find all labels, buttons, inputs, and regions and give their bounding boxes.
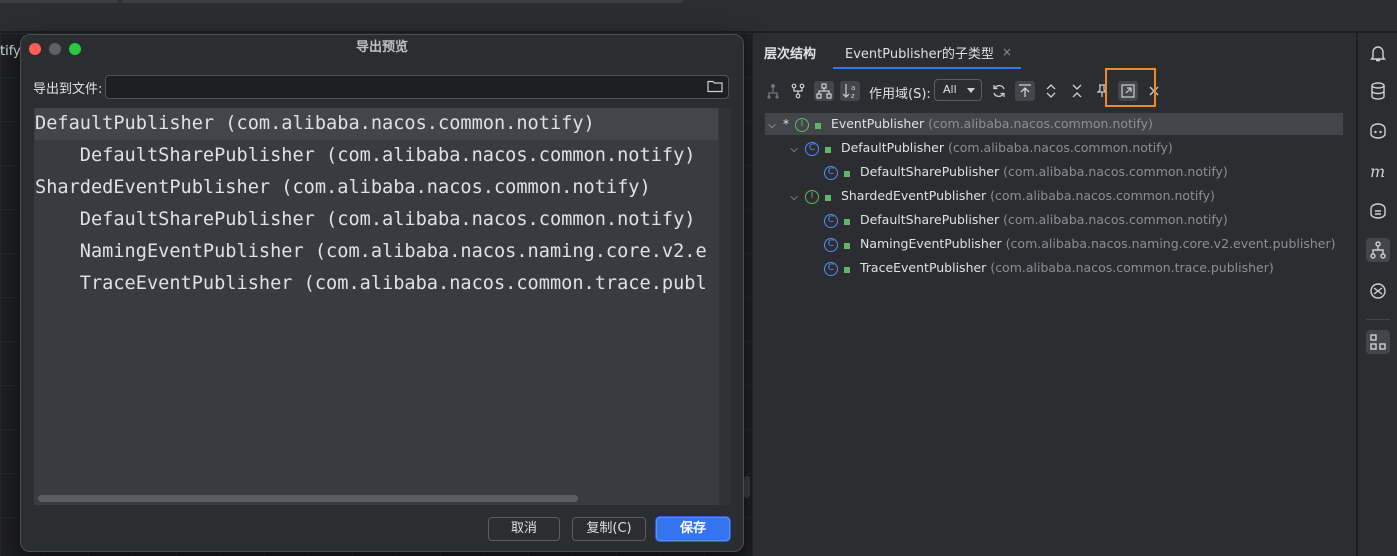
tree-node[interactable]: C DefaultSharePublisher (com.alibaba.nac…	[824, 209, 1228, 231]
public-visibility-icon	[824, 146, 831, 153]
tree-node-package: (com.alibaba.nacos.common.notify)	[990, 188, 1215, 203]
class-icon: C	[824, 213, 838, 228]
collapse-all-icon[interactable]	[1067, 81, 1087, 101]
tree-node-name: NamingEventPublisher	[859, 236, 1002, 251]
class-icon: C	[824, 237, 838, 252]
svg-text:a: a	[851, 84, 855, 92]
export-file-label: 导出到文件:	[33, 82, 103, 97]
hierarchy-icon[interactable]	[1366, 238, 1390, 262]
public-visibility-icon	[843, 170, 850, 177]
class-icon: C	[824, 165, 838, 180]
ai-assistant-icon[interactable]	[1366, 199, 1390, 223]
tree-node-name: ShardedEventPublisher	[840, 188, 987, 203]
tree-node[interactable]: C DefaultSharePublisher (com.alibaba.nac…	[824, 161, 1228, 183]
horizontal-scrollbar[interactable]	[38, 495, 578, 502]
editor-tab-fragment[interactable]: tify	[0, 44, 21, 59]
public-visibility-icon	[843, 266, 850, 273]
tree-node-package: (com.alibaba.nacos.common.notify)	[948, 140, 1173, 155]
preview-line: DefaultPublisher (com.alibaba.nacos.comm…	[35, 108, 718, 140]
tree-node-name: DefaultSharePublisher	[859, 212, 1000, 227]
public-visibility-icon	[814, 122, 821, 129]
ide-top-bar	[0, 0, 1397, 32]
scope-value: All	[943, 83, 957, 96]
folder-icon[interactable]	[707, 79, 723, 93]
top-bar-segment	[0, 0, 118, 3]
tree-node-package: (com.alibaba.nacos.common.trace.publishe…	[990, 260, 1274, 275]
scope-label: 作用域(S):	[869, 87, 931, 102]
expand-all-icon[interactable]	[1041, 81, 1061, 101]
tree-node-name: DefaultPublisher	[840, 140, 945, 155]
panel-resize-handle[interactable]	[744, 476, 750, 498]
public-visibility-icon	[824, 194, 831, 201]
structure-icon[interactable]	[1366, 330, 1390, 354]
scroll-to-top-icon[interactable]	[1015, 81, 1035, 101]
preview-line: DefaultSharePublisher (com.alibaba.nacos…	[35, 145, 696, 166]
vertical-scrollbar[interactable]	[719, 108, 731, 505]
tab-subtypes[interactable]: EventPublisher的子类型	[845, 43, 994, 62]
tree-node-package: (com.alibaba.nacos.common.notify)	[1003, 212, 1228, 227]
tree-node-package: (com.alibaba.nacos.common.notify)	[1003, 164, 1228, 179]
active-tab-indicator	[833, 67, 1021, 69]
svg-text:m: m	[1370, 162, 1385, 181]
interface-icon: I	[794, 117, 809, 132]
dialog-title: 导出预览	[355, 40, 408, 55]
tab-hierarchy[interactable]: 层次结构	[764, 43, 816, 62]
tab-close-icon[interactable]: ×	[1002, 45, 1012, 59]
public-visibility-icon	[843, 218, 850, 225]
type-hierarchy-icon[interactable]	[763, 81, 783, 101]
tree-node-package: (com.alibaba.nacos.naming.core.v2.event.…	[1005, 236, 1336, 251]
database-icon[interactable]	[1366, 79, 1390, 103]
preview-line: DefaultSharePublisher (com.alibaba.nacos…	[35, 209, 696, 230]
subtype-hierarchy-icon[interactable]	[814, 81, 834, 101]
tree-node-name: EventPublisher	[830, 116, 925, 131]
chevron-down-icon	[967, 88, 975, 93]
top-bar-segment	[122, 0, 682, 3]
chevron-down-icon[interactable]: ⌵	[787, 187, 801, 209]
tree-node-package: (com.alibaba.nacos.common.notify)	[928, 116, 1153, 131]
scope-select[interactable]: All	[934, 79, 982, 101]
copy-button[interactable]: 复制(C)	[572, 517, 646, 541]
bell-icon[interactable]	[1366, 41, 1390, 65]
tree-node[interactable]: C NamingEventPublisher (com.alibaba.naco…	[824, 233, 1335, 255]
chevron-down-icon[interactable]: ⌵	[765, 115, 779, 137]
copilot-icon[interactable]	[1366, 119, 1390, 143]
preview-line: ShardedEventPublisher (com.alibaba.nacos…	[35, 177, 651, 198]
preview-line: NamingEventPublisher (com.alibaba.nacos.…	[35, 241, 707, 262]
focus-marker: *	[782, 117, 789, 131]
interface-icon: I	[804, 189, 819, 204]
tree-node[interactable]: ⌵ I ShardedEventPublisher (com.alibaba.n…	[787, 185, 1215, 207]
public-visibility-icon	[843, 242, 850, 249]
export-file-input[interactable]	[105, 75, 729, 99]
hierarchy-panel: 层次结构 EventPublisher的子类型 × az 作用域(S): All	[752, 33, 1356, 556]
sort-alphabetically-icon[interactable]: az	[840, 81, 860, 101]
svg-text:z: z	[851, 92, 855, 100]
strip-divider	[1366, 319, 1390, 320]
supertype-hierarchy-icon[interactable]	[788, 81, 808, 101]
export-preview-dialog: 导出预览 导出到文件: DefaultPublisher (com.alibab…	[20, 34, 744, 552]
export-preview-text[interactable]: DefaultPublisher (com.alibaba.nacos.comm…	[33, 107, 732, 506]
save-button[interactable]: 保存	[656, 517, 730, 541]
cancel-button[interactable]: 取消	[488, 517, 560, 541]
tree-node-root[interactable]: ⌵ * I EventPublisher (com.alibaba.nacos.…	[765, 113, 1343, 135]
refresh-icon[interactable]	[989, 81, 1009, 101]
chevron-down-icon[interactable]: ⌵	[787, 139, 801, 161]
right-tool-strip: m	[1357, 33, 1397, 556]
m-icon[interactable]: m	[1366, 159, 1390, 183]
plugin-icon[interactable]	[1366, 279, 1390, 303]
tree-node-name: TraceEventPublisher	[859, 260, 987, 275]
preview-line: TraceEventPublisher (com.alibaba.nacos.c…	[35, 273, 707, 294]
highlight-annotation	[1105, 68, 1156, 107]
tree-node[interactable]: ⌵ C DefaultPublisher (com.alibaba.nacos.…	[787, 137, 1173, 159]
tree-node-name: DefaultSharePublisher	[859, 164, 1000, 179]
class-icon: C	[824, 261, 838, 276]
tree-node[interactable]: C TraceEventPublisher (com.alibaba.nacos…	[824, 257, 1274, 279]
class-icon: C	[804, 141, 819, 156]
